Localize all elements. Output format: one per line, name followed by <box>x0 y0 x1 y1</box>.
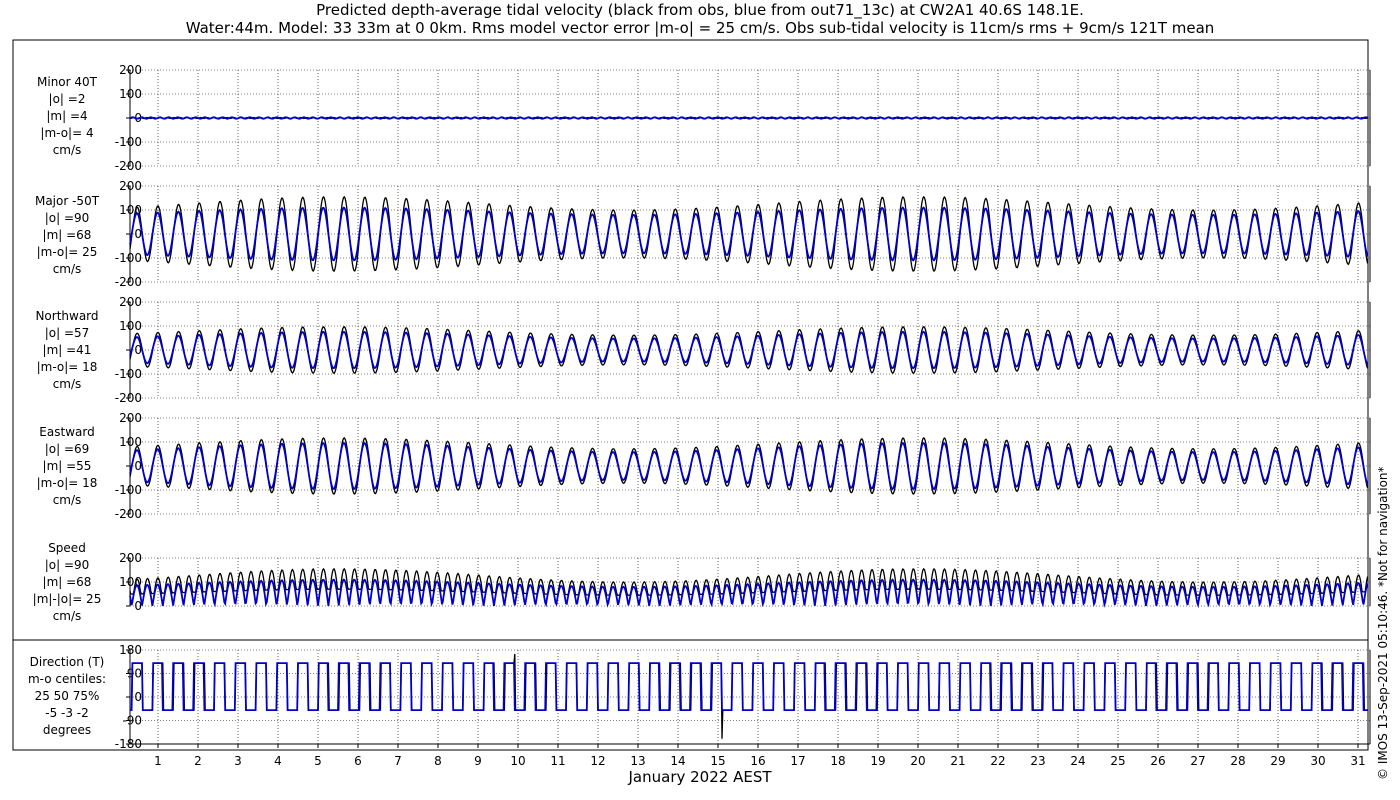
x-tick-label: 15 <box>710 754 725 768</box>
y-tick-label: 100 <box>119 319 142 333</box>
x-tick-label: 20 <box>910 754 925 768</box>
panel-label-line: |m-o|= 25 <box>36 245 98 259</box>
x-tick-label: 10 <box>510 754 525 768</box>
series-model <box>130 662 1368 711</box>
x-tick-label: 6 <box>354 754 362 768</box>
panel-label-line: -5 -3 -2 <box>45 706 89 720</box>
x-tick-label: 11 <box>550 754 565 768</box>
x-tick-label: 3 <box>234 754 242 768</box>
y-tick-label: 90 <box>127 667 142 681</box>
panel-label-2: Northward |o| =57 |m| =41 |m-o|= 18 cm/s <box>17 308 117 393</box>
panel-5: 180900-90-180 <box>115 643 1371 751</box>
panel-label-line: Direction (T) <box>29 655 105 669</box>
x-tick-label: 4 <box>274 754 282 768</box>
tidal-velocity-figure: 2001000-100-2002001000-100-2002001000-10… <box>12 39 1371 768</box>
panel-label-line: |o| =57 <box>44 326 90 340</box>
panel-3: 2001000-100-200 <box>115 411 1371 521</box>
x-tick-label: 17 <box>790 754 805 768</box>
panel-label-line: cm/s <box>52 609 82 623</box>
x-tick-label: 23 <box>1030 754 1045 768</box>
x-tick-label: 7 <box>394 754 402 768</box>
panel-label-line: |m| =55 <box>42 459 92 473</box>
panel-0: 2001000-100-200 <box>115 63 1371 173</box>
y-tick-label: -200 <box>115 391 142 405</box>
x-tick-label: 19 <box>870 754 885 768</box>
panel-label-line: Speed <box>48 541 86 555</box>
panel-label-line: |m-o|= 4 <box>40 126 94 140</box>
panel-label-line: |o| =69 <box>44 442 90 456</box>
panel-label-line: 25 50 75% <box>34 689 100 703</box>
y-tick-label: 100 <box>119 87 142 101</box>
x-tick-label: 5 <box>314 754 322 768</box>
y-tick-label: -100 <box>115 251 142 265</box>
x-tick-label: 24 <box>1070 754 1085 768</box>
x-tick-label: 29 <box>1270 754 1285 768</box>
panel-label-line: cm/s <box>52 493 82 507</box>
x-tick-label: 1 <box>154 754 162 768</box>
x-tick-label: 2 <box>194 754 202 768</box>
panel-label-1: Major -50T |o| =90 |m| =68 |m-o|= 25 cm/s <box>17 193 117 278</box>
x-tick-label: 21 <box>950 754 965 768</box>
y-tick-label: -100 <box>115 483 142 497</box>
x-tick-label: 14 <box>670 754 685 768</box>
panel-label-line: degrees <box>42 723 92 737</box>
x-tick-label: 22 <box>990 754 1005 768</box>
panel-label-line: Northward <box>35 309 99 323</box>
x-axis-label: January 2022 AEST <box>628 768 772 786</box>
panel-label-line: |m| =68 <box>42 228 92 242</box>
y-tick-label: -200 <box>115 159 142 173</box>
y-tick-label: -200 <box>115 275 142 289</box>
x-tick-label: 9 <box>474 754 482 768</box>
panel-label-line: |m-o|= 18 <box>36 360 98 374</box>
panel-1: 2001000-100-200 <box>115 179 1371 289</box>
x-tick-label: 28 <box>1230 754 1245 768</box>
panel-label-line: |o| =90 <box>44 558 90 572</box>
panel-label-line: Major -50T <box>34 194 100 208</box>
x-tick-label: 16 <box>750 754 765 768</box>
panel-4: 2001000 <box>119 551 1371 613</box>
x-tick-label: 13 <box>630 754 645 768</box>
panel-label-line: |m| =68 <box>42 575 92 589</box>
panel-label-line: |m| =41 <box>42 343 92 357</box>
panel-label-line: cm/s <box>52 143 82 157</box>
panel-label-line: cm/s <box>52 262 82 276</box>
panel-label-line: |m| =4 <box>46 109 88 123</box>
panel-label-line: cm/s <box>52 377 82 391</box>
panel-label-5: Direction (T) m-o centiles: 25 50 75% -5 -3… <box>17 654 117 739</box>
x-tick-label: 25 <box>1110 754 1125 768</box>
series-obs <box>130 653 1368 739</box>
imos-stamp: © IMOS 13-Sep-2021 05:10:46. *Not for na… <box>1376 466 1390 780</box>
x-tick-label: 30 <box>1310 754 1325 768</box>
y-tick-label: 200 <box>119 295 142 309</box>
panel-label-3: Eastward |o| =69 |m| =55 |m-o|= 18 cm/s <box>17 424 117 509</box>
panel-label-line: m-o centiles: <box>27 672 107 686</box>
y-tick-label: -90 <box>122 714 142 728</box>
panel-label-line: Minor 40T <box>37 75 97 89</box>
panel-label-line: |m|-|o|= 25 <box>32 592 102 606</box>
panel-2: 2001000-100-200 <box>115 295 1371 405</box>
y-tick-label: -200 <box>115 507 142 521</box>
y-tick-label: 0 <box>134 690 142 704</box>
y-tick-label: 200 <box>119 411 142 425</box>
panel-label-line: |o| =90 <box>44 211 90 225</box>
x-tick-label: 27 <box>1190 754 1205 768</box>
x-tick-label: 12 <box>590 754 605 768</box>
panel-label-4: Speed |o| =90 |m| =68 |m|-|o|= 25 cm/s <box>17 540 117 625</box>
y-tick-label: 200 <box>119 179 142 193</box>
panel-label-line: |o| =2 <box>48 92 86 106</box>
y-tick-label: 180 <box>119 643 142 657</box>
panel-label-0: Minor 40T |o| =2 |m| =4 |m-o|= 4 cm/s <box>17 74 117 159</box>
y-tick-label: 200 <box>119 63 142 77</box>
x-tick-label: 8 <box>434 754 442 768</box>
x-tick-label: 31 <box>1350 754 1365 768</box>
y-tick-label: -100 <box>115 135 142 149</box>
y-tick-label: -100 <box>115 367 142 381</box>
x-tick-label: 26 <box>1150 754 1165 768</box>
panel-label-line: |m-o|= 18 <box>36 476 98 490</box>
panel-label-line: Eastward <box>39 425 95 439</box>
x-tick-label: 18 <box>830 754 845 768</box>
y-tick-label: 200 <box>119 551 142 565</box>
